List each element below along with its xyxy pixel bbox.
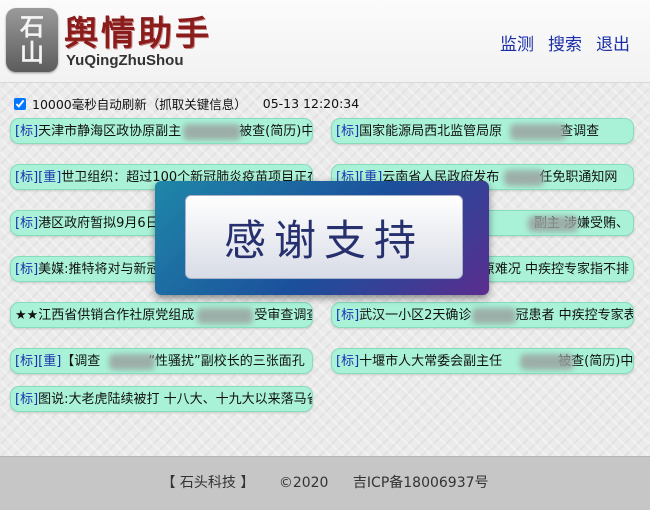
news-title: 港区政府暂拟9月6日: [38, 216, 159, 231]
news-title-tail: 受审查调查: [254, 308, 313, 323]
news-tag: [标]: [15, 124, 39, 139]
news-item[interactable]: [标]国家能源局西北监管局原 查调查: [331, 118, 634, 144]
auto-refresh-checkbox[interactable]: [14, 97, 26, 110]
news-title-tail: 原难况 中疾控专家指不排: [481, 262, 629, 277]
news-tag: [标][重]: [15, 354, 62, 369]
news-title: ★★江西省供销合作社原党组成: [15, 308, 195, 323]
news-title: 国家能源局西北监管局原: [359, 124, 503, 139]
redaction-blur: [183, 124, 241, 140]
refresh-status-bar: 10000毫秒自动刷新（抓取关键信息） 05-13 12:20:34: [14, 94, 359, 113]
news-tag: [标]: [15, 216, 39, 231]
redaction-blur: [510, 124, 566, 140]
news-title-tail: 冠患者 中疾控专家表示: [515, 308, 633, 323]
auto-refresh-label: 10000毫秒自动刷新（抓取关键信息）: [32, 97, 247, 112]
redaction-blur: [109, 354, 155, 370]
news-title: 十堰市人大常委会副主任: [359, 354, 503, 369]
redaction-blur: [197, 308, 253, 324]
header: 石山 舆情助手 YuQingZhuShou 监测 搜索 退出: [0, 0, 650, 83]
news-tag: [标]: [336, 124, 360, 139]
news-item[interactable]: [标]武汉一小区2天确诊 冠患者 中疾控专家表示: [331, 302, 634, 328]
thanks-banner: 感谢支持: [155, 181, 489, 295]
news-item[interactable]: [标]天津市静海区政协原副主 被查(简历)中国: [10, 118, 313, 144]
news-title: 武汉一小区2天确诊: [359, 308, 472, 323]
news-title: 美媒:推特将对与新冠: [38, 262, 160, 277]
news-item[interactable]: [标]图说:大老虎陆续被打 十八大、十九大以来落马省: [10, 386, 313, 412]
news-title-tail: 被查(简历)中国: [239, 124, 312, 139]
news-item[interactable]: [标]十堰市人大常委会副主任被查(简历)中国纪委: [331, 348, 634, 374]
news-tag: [标][重]: [15, 170, 62, 185]
thanks-banner-panel: 感谢支持: [185, 195, 463, 279]
news-tag: [标]: [336, 354, 360, 369]
nav-logout-link[interactable]: 退出: [596, 30, 630, 55]
logo-glyph: 石山: [20, 12, 44, 67]
news-title-tail: 任免职通知网: [539, 170, 618, 185]
footer-icp-link[interactable]: 吉ICP备18006937号: [353, 475, 489, 491]
news-tag: [标]: [15, 392, 39, 407]
news-title: 天津市静海区政协原副主: [38, 124, 182, 139]
redaction-blur: [528, 216, 578, 232]
nav-search-link[interactable]: 搜索: [548, 30, 582, 55]
nav-monitor-link[interactable]: 监测: [500, 30, 534, 55]
news-title-tail: 查调查: [560, 124, 600, 139]
footer: 【 石头科技 】 ©2020 吉ICP备18006937号: [0, 456, 650, 510]
redaction-blur: [472, 308, 516, 324]
news-item[interactable]: ★★江西省供销合作社原党组成 受审查调查: [10, 302, 313, 328]
news-title: 【调查: [61, 354, 101, 369]
news-tag: [标]: [15, 262, 39, 277]
redaction-blur: [520, 354, 574, 370]
redaction-blur: [504, 170, 544, 186]
app-title: 舆情助手: [64, 14, 212, 54]
footer-copyright: ©2020: [278, 475, 329, 491]
footer-row: 【 石头科技 】 ©2020 吉ICP备18006937号: [0, 472, 650, 492]
news-title-tail: “性骚扰”副校长的三张面孔: [148, 354, 305, 369]
last-refresh-time: 05-13 12:20:34: [262, 96, 360, 111]
app-subtitle: YuQingZhuShou: [66, 52, 184, 69]
news-item[interactable]: [标][重]【调查 “性骚扰”副校长的三张面孔: [10, 348, 313, 374]
top-nav: 监测 搜索 退出: [500, 30, 630, 55]
footer-company: 【 石头科技 】: [161, 475, 255, 491]
news-title: 图说:大老虎陆续被打 十八大、十九大以来落马省: [38, 392, 313, 407]
app-logo[interactable]: 石山: [6, 8, 58, 72]
news-tag: [标]: [336, 308, 360, 323]
thanks-banner-text: 感谢支持: [223, 215, 424, 265]
